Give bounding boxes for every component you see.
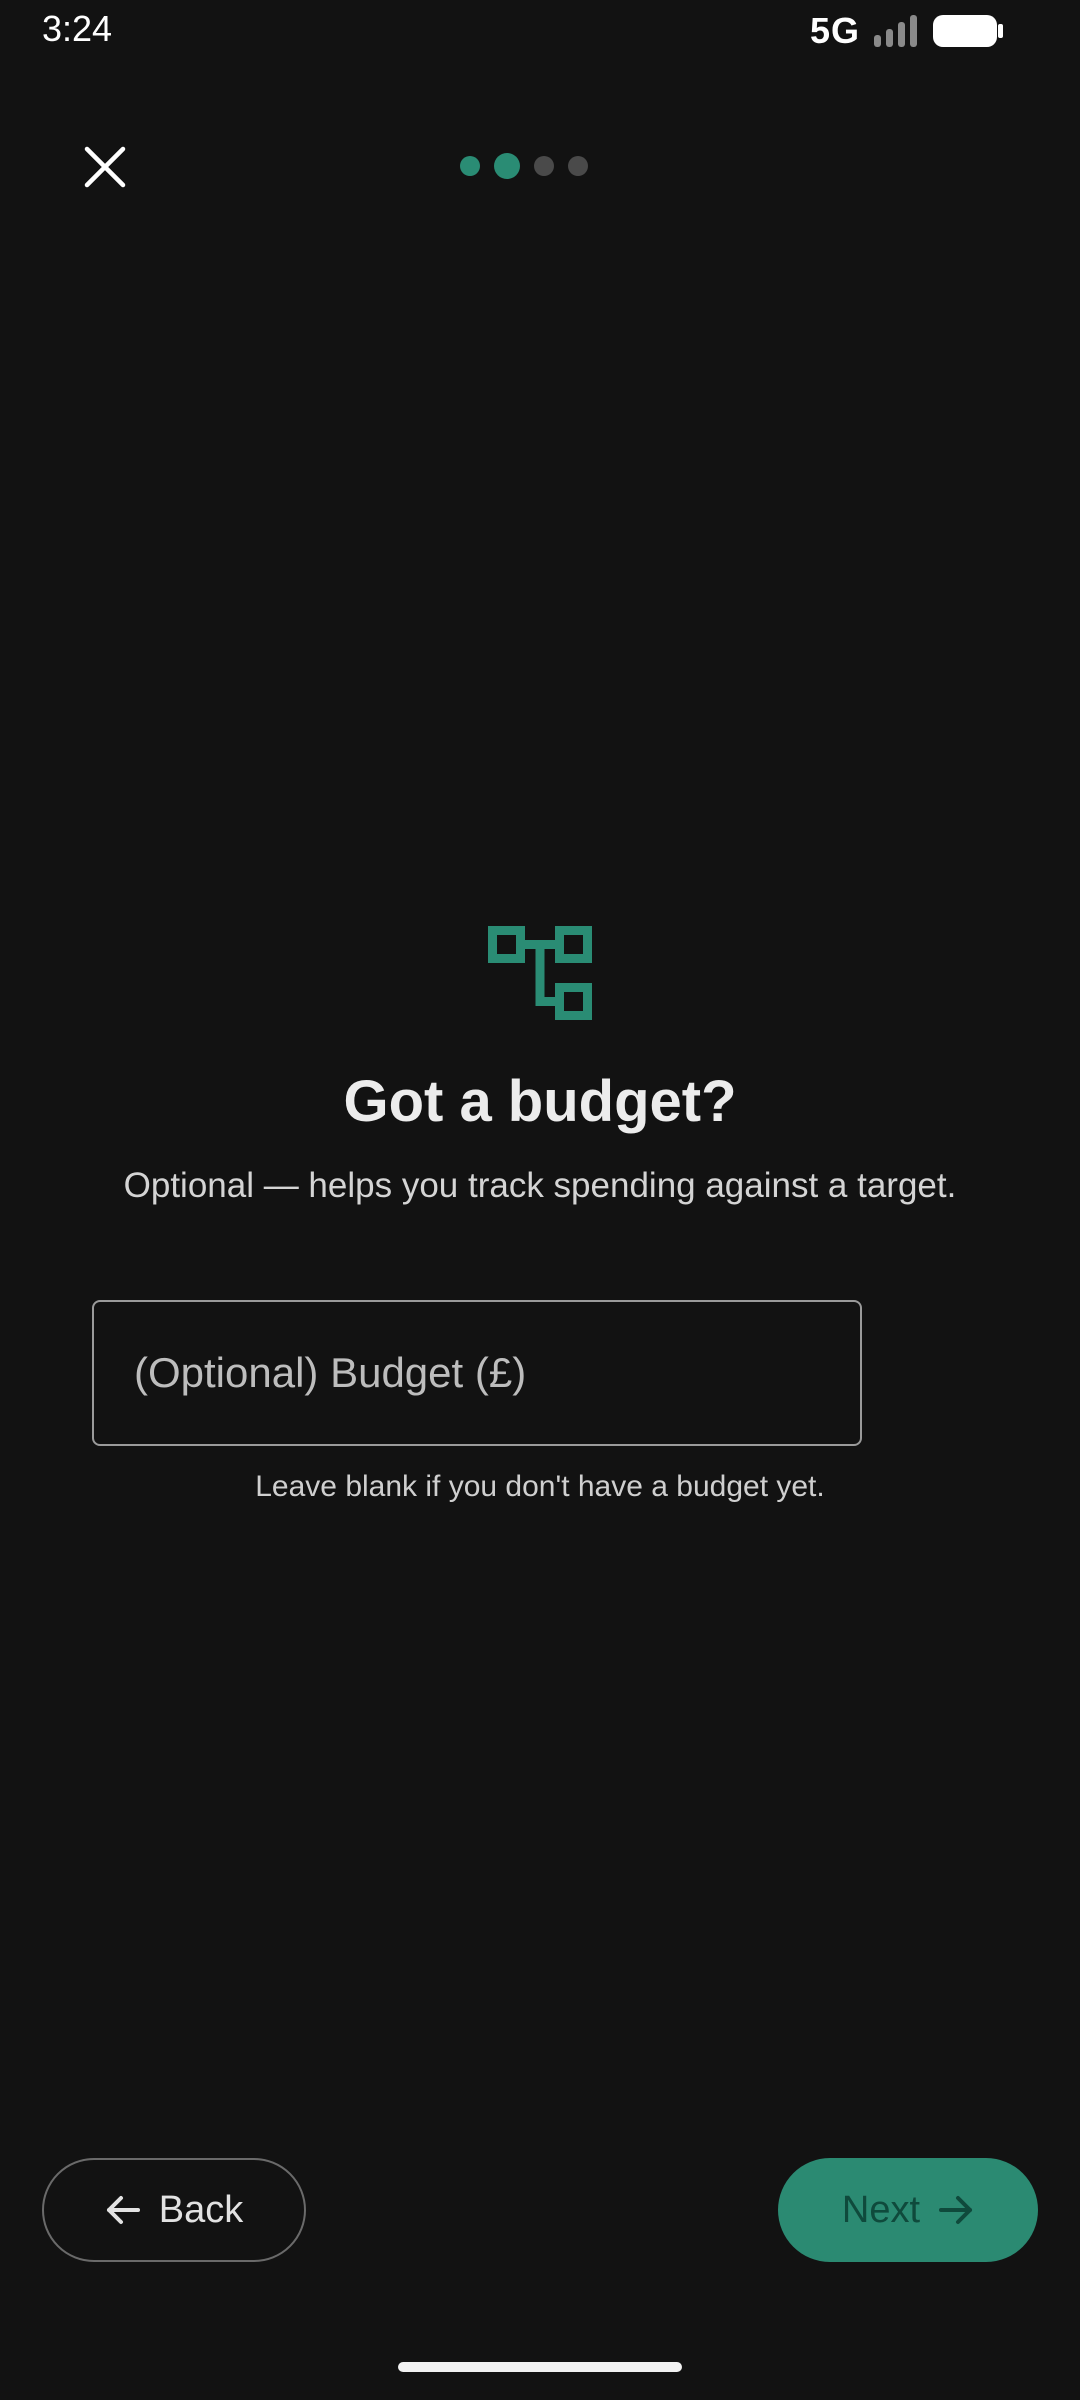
back-button[interactable]: Back (42, 2158, 306, 2262)
budget-field[interactable] (92, 1300, 862, 1446)
next-label: Next (841, 2188, 921, 2231)
progress-dot-3 (534, 156, 554, 176)
home-indicator[interactable] (398, 2362, 682, 2372)
budget-tree-icon (488, 926, 592, 1020)
next-button[interactable]: Next (778, 2158, 1038, 2262)
close-icon (84, 146, 126, 188)
back-label: Back (158, 2188, 244, 2231)
battery-icon (933, 15, 1003, 47)
status-time: 3:24 (42, 8, 113, 49)
step-progress-indicator (460, 152, 620, 180)
status-bar: 3:24 5G (0, 0, 1080, 60)
arrow-right-icon (939, 2196, 973, 2224)
signal-icon (874, 15, 917, 47)
progress-dot-4 (568, 156, 588, 176)
page-subtitle: Optional — helps you track spending agai… (123, 1166, 957, 1205)
progress-dot-1 (460, 156, 480, 176)
close-button[interactable] (70, 132, 140, 202)
page-title: Got a budget? (343, 1069, 737, 1134)
status-icons: 5G (810, 10, 1004, 52)
budget-helper-text: Leave blank if you don't have a budget y… (255, 1470, 825, 1503)
network-type: 5G (809, 10, 860, 51)
budget-input[interactable] (94, 1302, 860, 1444)
arrow-left-icon (106, 2196, 140, 2224)
progress-dot-2 (494, 153, 520, 179)
